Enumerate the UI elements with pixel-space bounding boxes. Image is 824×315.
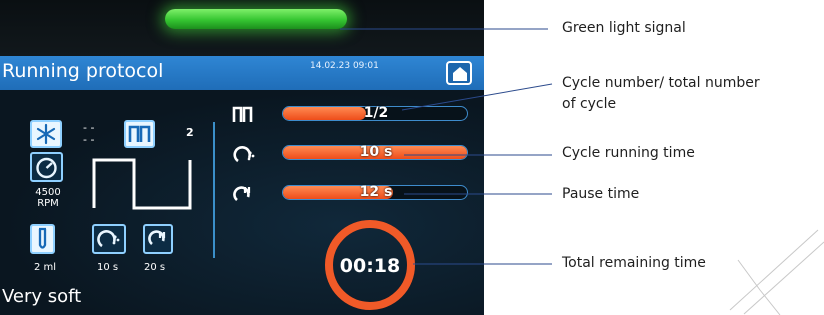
annotation-cycle-running-time: Cycle running time bbox=[562, 145, 695, 161]
annotation-cycle-number-line2: of cycle bbox=[562, 96, 617, 112]
decorative-lines bbox=[729, 229, 824, 315]
annotation-total-remaining-time: Total remaining time bbox=[562, 255, 706, 271]
annotation-pause-time: Pause time bbox=[562, 186, 640, 202]
annotation-cycle-number-line1: Cycle number/ total number bbox=[562, 75, 760, 91]
annotation-green-light: Green light signal bbox=[562, 20, 686, 36]
